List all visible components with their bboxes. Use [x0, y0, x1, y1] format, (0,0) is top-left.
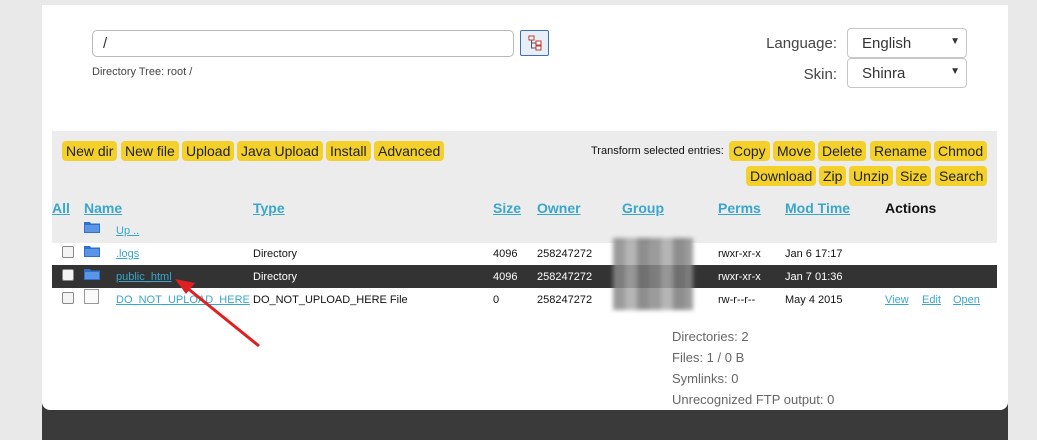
upload-button[interactable]: Upload [182, 141, 235, 161]
sort-mtime-link[interactable]: Mod Time [785, 200, 850, 216]
download-button[interactable]: Download [746, 166, 817, 186]
chmod-button[interactable]: Chmod [934, 141, 988, 161]
table-row-up: Up .. [52, 219, 997, 241]
stat-symlinks: Symlinks: 0 [672, 371, 739, 386]
language-select[interactable]: English ▼ [847, 28, 967, 58]
language-value: English [862, 35, 912, 52]
chevron-down-icon: ▼ [950, 66, 960, 77]
open-link[interactable]: Open [953, 294, 980, 306]
unzip-button[interactable]: Unzip [849, 166, 893, 186]
copy-button[interactable]: Copy [729, 141, 770, 161]
file-icon [84, 289, 99, 304]
right-margin [1008, 0, 1037, 440]
skin-select[interactable]: Shinra ▼ [847, 58, 967, 88]
folder-icon [84, 246, 100, 257]
view-link[interactable]: View [885, 294, 909, 306]
file-perms: rwxr-xr-x [718, 248, 761, 260]
skin-value: Shinra [862, 65, 906, 82]
file-owner: 258247272 [537, 248, 593, 260]
path-input[interactable] [92, 30, 514, 57]
file-perms: rw-r--r-- [718, 294, 756, 306]
chevron-down-icon: ▼ [950, 36, 960, 47]
new-file-button[interactable]: New file [121, 141, 179, 161]
size-button[interactable]: Size [896, 166, 932, 186]
stat-files: Files: 1 / 0 B [672, 350, 745, 365]
language-label: Language: [766, 35, 837, 52]
sort-type-link[interactable]: Type [253, 200, 285, 216]
sort-owner-link[interactable]: Owner [537, 200, 581, 216]
search-button[interactable]: Search [935, 166, 988, 186]
row-checkbox[interactable] [62, 246, 74, 258]
file-name-link[interactable]: public_html [116, 271, 172, 283]
directory-tree-label: Directory Tree: root / [92, 66, 193, 78]
transform-label: Transform selected entries: [591, 145, 724, 157]
tree-icon [528, 35, 541, 51]
file-size: 4096 [493, 248, 518, 260]
select-all-link[interactable]: All [52, 200, 70, 216]
table-row: .logs Directory 4096 258247272 rwxr-xr-x… [52, 242, 997, 265]
file-size: 4096 [493, 271, 518, 283]
file-name-link[interactable]: .logs [116, 248, 139, 260]
file-perms: rwxr-xr-x [718, 271, 761, 283]
redacted-group-values [613, 238, 693, 310]
stat-unrecognized: Unrecognized FTP output: 0 [672, 392, 835, 407]
file-name-link[interactable]: DO_NOT_UPLOAD_HERE [116, 294, 250, 306]
file-mtime: Jan 6 17:17 [785, 248, 843, 260]
sort-group-link[interactable]: Group [622, 200, 664, 216]
file-size: 0 [493, 294, 500, 306]
file-type: Directory [253, 248, 298, 260]
edit-link[interactable]: Edit [922, 294, 941, 306]
table-row: DO_NOT_UPLOAD_HERE DO_NOT_UPLOAD_HERE Fi… [52, 288, 997, 311]
java-upload-button[interactable]: Java Upload [237, 141, 323, 161]
file-type: DO_NOT_UPLOAD_HERE File [253, 294, 408, 306]
row-checkbox[interactable] [62, 269, 74, 281]
rename-button[interactable]: Rename [870, 141, 931, 161]
file-owner: 258247272 [537, 271, 593, 283]
file-type: Directory [253, 271, 298, 283]
skin-label: Skin: [803, 66, 837, 83]
actions-header: Actions [885, 200, 937, 216]
up-link[interactable]: Up .. [116, 225, 139, 237]
advanced-button[interactable]: Advanced [374, 141, 445, 161]
folder-icon [84, 222, 100, 233]
file-mtime: Jan 7 01:36 [785, 271, 843, 283]
table-row-selected: public_html Directory 4096 258247272 rwx… [52, 265, 997, 288]
sort-perms-link[interactable]: Perms [718, 200, 761, 216]
new-dir-button[interactable]: New dir [62, 141, 118, 161]
left-margin [0, 0, 42, 440]
install-button[interactable]: Install [326, 141, 371, 161]
file-mtime: May 4 2015 [785, 294, 843, 306]
folder-icon [84, 269, 100, 280]
move-button[interactable]: Move [773, 141, 816, 161]
delete-button[interactable]: Delete [818, 141, 867, 161]
zip-button[interactable]: Zip [819, 166, 847, 186]
row-checkbox[interactable] [62, 292, 74, 304]
directory-tree-button[interactable] [520, 30, 549, 56]
file-owner: 258247272 [537, 294, 593, 306]
stat-directories: Directories: 2 [672, 329, 749, 344]
sort-size-link[interactable]: Size [493, 200, 521, 216]
sort-name-link[interactable]: Name [84, 200, 122, 216]
